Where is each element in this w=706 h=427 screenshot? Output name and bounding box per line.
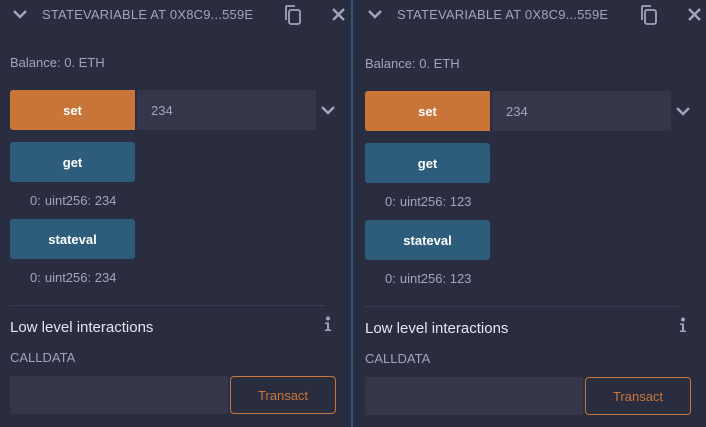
close-icon[interactable]	[688, 8, 701, 21]
balance-label: Balance: 0. ETH	[10, 55, 105, 70]
get-result: 0: uint256: 234	[30, 193, 116, 208]
result-index: 0:	[385, 194, 396, 209]
contract-header: STATEVARIABLE AT 0X8C9...559E	[353, 0, 706, 30]
contract-panel-left: STATEVARIABLE AT 0X8C9...559E Balance: 0…	[0, 0, 351, 427]
info-icon[interactable]	[678, 317, 688, 333]
info-icon[interactable]	[323, 316, 333, 332]
set-input[interactable]: 234	[492, 91, 671, 131]
result-value: uint256: 234	[44, 193, 117, 208]
transact-button[interactable]: Transact	[585, 377, 691, 415]
chevron-down-icon[interactable]	[367, 6, 383, 22]
divider-line	[365, 306, 680, 307]
get-button[interactable]: get	[365, 143, 490, 183]
contract-panel-right: STATEVARIABLE AT 0X8C9...559E Balance: 0…	[353, 0, 706, 427]
balance-label: Balance: 0. ETH	[365, 56, 460, 71]
stateval-result: 0: uint256: 123	[385, 271, 471, 286]
result-value: uint256: 123	[399, 271, 472, 286]
contract-title[interactable]: STATEVARIABLE AT 0X8C9...559E	[42, 7, 257, 22]
result-value: uint256: 234	[44, 270, 117, 285]
deployed-contracts-view: STATEVARIABLE AT 0X8C9...559E Balance: 0…	[0, 0, 706, 427]
stateval-result: 0: uint256: 234	[30, 270, 116, 285]
get-button[interactable]: get	[10, 142, 135, 182]
result-index: 0:	[385, 271, 396, 286]
stateval-button[interactable]: stateval	[10, 219, 135, 259]
chevron-down-icon[interactable]	[12, 6, 28, 22]
set-input[interactable]: 234	[137, 90, 316, 130]
contract-title[interactable]: STATEVARIABLE AT 0X8C9...559E	[397, 7, 612, 22]
copy-icon[interactable]	[639, 4, 659, 26]
result-index: 0:	[30, 270, 41, 285]
contract-header: STATEVARIABLE AT 0X8C9...559E	[0, 0, 351, 30]
stateval-button[interactable]: stateval	[365, 220, 490, 260]
low-level-title: Low level interactions	[365, 320, 509, 337]
calldata-label: CALLDATA	[10, 350, 76, 365]
chevron-down-icon[interactable]	[675, 103, 691, 119]
set-input-value: 234	[151, 102, 173, 118]
divider-line	[10, 305, 325, 306]
calldata-input[interactable]	[365, 377, 583, 415]
low-level-title: Low level interactions	[10, 319, 154, 336]
close-icon[interactable]	[332, 8, 345, 21]
copy-icon[interactable]	[283, 4, 303, 26]
calldata-label: CALLDATA	[365, 351, 431, 366]
set-button[interactable]: set	[365, 91, 490, 131]
set-button[interactable]: set	[10, 90, 135, 130]
set-input-value: 234	[506, 103, 528, 119]
get-result: 0: uint256: 123	[385, 194, 471, 209]
result-value: uint256: 123	[399, 194, 472, 209]
result-index: 0:	[30, 193, 41, 208]
transact-button[interactable]: Transact	[230, 376, 336, 414]
chevron-down-icon[interactable]	[320, 102, 336, 118]
calldata-input[interactable]	[10, 376, 228, 414]
